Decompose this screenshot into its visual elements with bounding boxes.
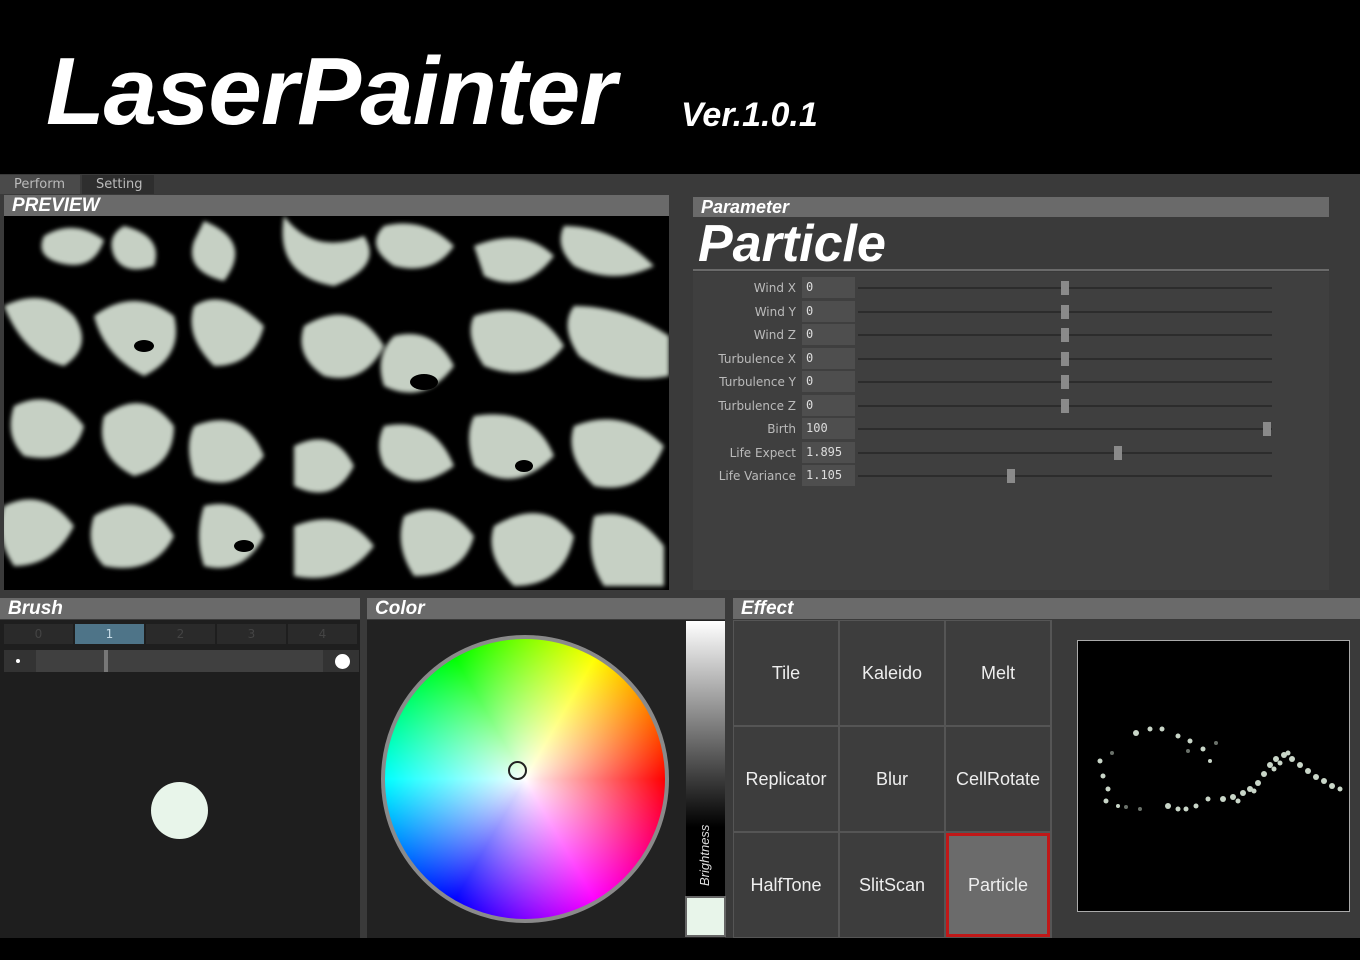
tab-bar: Perform Setting — [0, 174, 1360, 194]
selected-color-swatch — [685, 896, 726, 937]
app-version: Ver.1.0.1 — [681, 96, 818, 134]
param-value-field[interactable]: 0 — [802, 301, 855, 322]
brush-small-size-icon — [16, 659, 20, 663]
param-value-field[interactable]: 0 — [802, 324, 855, 345]
param-value-field[interactable]: 0 — [802, 395, 855, 416]
param-slider-handle[interactable] — [1007, 469, 1015, 483]
param-label: Wind X — [753, 281, 796, 295]
app-title: LaserPainter — [46, 38, 617, 145]
effect-button-halftone[interactable]: HalfTone — [734, 833, 838, 937]
brush-preset-1[interactable]: 1 — [75, 624, 144, 644]
brightness-label: Brightness — [697, 824, 712, 886]
param-label: Turbulence X — [718, 352, 796, 366]
brush-preset-3[interactable]: 3 — [217, 624, 286, 644]
brush-preset-2[interactable]: 2 — [146, 624, 215, 644]
brush-size-slider-row — [4, 650, 359, 672]
effect-button-blur[interactable]: Blur — [840, 727, 944, 831]
preview-canvas — [4, 216, 669, 590]
param-slider-handle[interactable] — [1061, 399, 1069, 413]
brush-size-slider[interactable] — [36, 650, 323, 672]
particle-preview-image — [1097, 726, 1343, 812]
brush-preview-dot — [151, 782, 208, 839]
bottom-strip — [0, 938, 1360, 960]
tab-perform[interactable]: Perform — [0, 175, 80, 194]
param-value-field[interactable]: 0 — [802, 371, 855, 392]
param-slider[interactable] — [858, 428, 1272, 430]
effect-button-kaleido[interactable]: Kaleido — [840, 621, 944, 725]
param-slider-handle[interactable] — [1114, 446, 1122, 460]
param-slider-handle[interactable] — [1061, 352, 1069, 366]
parameter-list: Wind X 0 Wind Y 0 Wind Z 0 Turbulence X … — [693, 272, 1329, 590]
brush-header: Brush — [0, 598, 360, 619]
effect-button-tile[interactable]: Tile — [734, 621, 838, 725]
parameter-header: Parameter — [693, 197, 1329, 217]
param-row: Turbulence Z 0 — [693, 395, 1329, 417]
tab-setting[interactable]: Setting — [82, 175, 154, 194]
brush-preset-0[interactable]: 0 — [4, 624, 73, 644]
param-row: Life Variance 1.105 — [693, 465, 1329, 487]
param-label: Wind Y — [754, 305, 796, 319]
parameter-divider — [693, 269, 1329, 271]
param-label: Turbulence Y — [719, 375, 796, 389]
effect-preview-canvas — [1077, 640, 1350, 912]
param-label: Birth — [767, 422, 796, 436]
effect-grid: Tile Kaleido Melt Replicator Blur CellRo… — [733, 620, 1052, 938]
effect-button-particle[interactable]: Particle — [946, 833, 1050, 937]
effect-button-cellrotate[interactable]: CellRotate — [946, 727, 1050, 831]
param-value-field[interactable]: 100 — [802, 418, 855, 439]
brush-large-size-icon — [335, 654, 350, 669]
color-wheel[interactable] — [381, 635, 669, 923]
param-row: Wind Z 0 — [693, 324, 1329, 346]
effect-header: Effect — [733, 598, 1360, 619]
param-slider-handle[interactable] — [1263, 422, 1271, 436]
param-row: Birth 100 — [693, 418, 1329, 440]
param-slider-handle[interactable] — [1061, 328, 1069, 342]
param-value-field[interactable]: 0 — [802, 277, 855, 298]
param-slider[interactable] — [858, 452, 1272, 454]
brush-preset-tabs: 0 1 2 3 4 — [4, 624, 357, 644]
param-slider-handle[interactable] — [1061, 281, 1069, 295]
param-value-field[interactable]: 1.105 — [802, 465, 855, 486]
param-label: Wind Z — [753, 328, 796, 342]
parameter-effect-name: Particle — [698, 215, 886, 273]
param-row: Turbulence X 0 — [693, 348, 1329, 370]
param-label: Turbulence Z — [718, 399, 796, 413]
param-label: Life Variance — [718, 469, 796, 483]
effect-button-melt[interactable]: Melt — [946, 621, 1050, 725]
param-value-field[interactable]: 1.895 — [802, 442, 855, 463]
color-header: Color — [367, 598, 725, 619]
param-row: Life Expect 1.895 — [693, 442, 1329, 464]
color-picker-cursor[interactable] — [508, 761, 527, 780]
effect-button-replicator[interactable]: Replicator — [734, 727, 838, 831]
param-row: Turbulence Y 0 — [693, 371, 1329, 393]
param-value-field[interactable]: 0 — [802, 348, 855, 369]
param-slider-handle[interactable] — [1061, 305, 1069, 319]
param-row: Wind X 0 — [693, 277, 1329, 299]
preview-header: PREVIEW — [4, 195, 669, 217]
param-slider[interactable] — [858, 475, 1272, 477]
preview-image — [4, 216, 669, 586]
brush-size-handle[interactable] — [104, 650, 108, 672]
effect-button-slitscan[interactable]: SlitScan — [840, 833, 944, 937]
param-row: Wind Y 0 — [693, 301, 1329, 323]
param-slider-handle[interactable] — [1061, 375, 1069, 389]
brush-preset-4[interactable]: 4 — [288, 624, 357, 644]
param-label: Life Expect — [729, 446, 796, 460]
